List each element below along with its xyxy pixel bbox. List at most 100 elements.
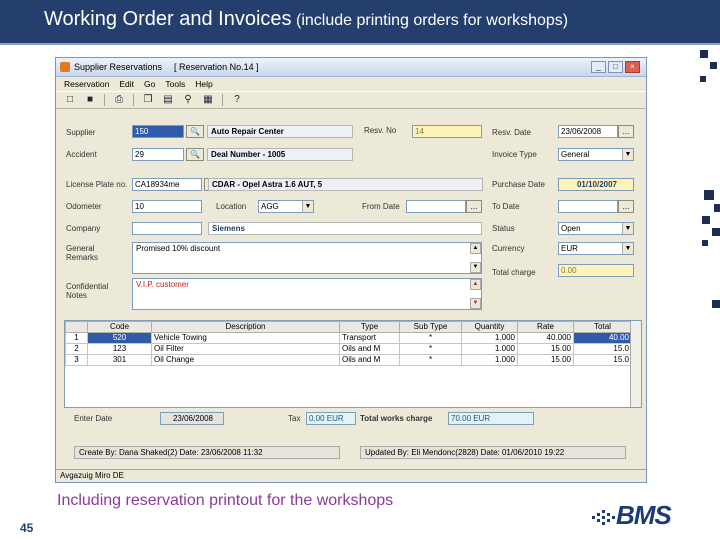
window-titlebar[interactable]: Supplier Reservations [ Reservation No.1… <box>56 58 646 77</box>
to-date-input[interactable] <box>558 200 618 213</box>
scroll-down-icon[interactable]: ▼ <box>470 262 481 273</box>
open-icon[interactable]: ▤ <box>160 93 176 107</box>
row-total: 40.00 <box>573 332 632 344</box>
scroll-up-icon[interactable]: ▲ <box>470 243 481 254</box>
status-value: Open <box>561 224 581 233</box>
row-type[interactable]: Transport <box>339 332 400 344</box>
chevron-down-icon: ▼ <box>622 243 633 254</box>
total-charge-label: Total charge <box>492 268 536 277</box>
currency-value: EUR <box>561 244 578 253</box>
grid-col-index[interactable] <box>65 321 88 333</box>
minimize-button[interactable]: _ <box>591 61 606 73</box>
copy-icon[interactable]: ❐ <box>140 93 156 107</box>
close-button[interactable]: × <box>625 61 640 73</box>
accident-search-icon[interactable]: 🔍 <box>186 148 204 161</box>
row-quantity[interactable]: 1.000 <box>461 354 518 366</box>
row-quantity[interactable]: 1.000 <box>461 332 518 344</box>
work-items-grid: Code Description Type Sub Type Quantity … <box>64 320 642 408</box>
from-date-label: From Date <box>362 202 400 211</box>
from-date-picker-button[interactable]: ... <box>466 200 482 213</box>
supplier-search-icon[interactable]: 🔍 <box>186 125 204 138</box>
row-subtype[interactable]: * <box>399 343 462 355</box>
company-code-input[interactable] <box>132 222 202 235</box>
grid-col-description[interactable]: Description <box>151 321 340 333</box>
currency-label: Currency <box>492 244 525 253</box>
location-select[interactable]: AGG ▼ <box>258 200 314 213</box>
row-description[interactable]: Oil Filter <box>151 343 340 355</box>
table-row[interactable]: 1 520 Vehicle Towing Transport * 1.000 4… <box>65 332 632 344</box>
accident-code-input[interactable]: 29 <box>132 148 184 161</box>
help-icon[interactable]: ? <box>229 93 245 107</box>
row-type[interactable]: Oils and M <box>339 343 400 355</box>
menu-help[interactable]: Help <box>195 79 212 89</box>
menu-reservation[interactable]: Reservation <box>64 79 109 89</box>
supplier-code-input[interactable]: 150 <box>132 125 184 138</box>
save-icon[interactable]: ■ <box>82 93 98 107</box>
grid-col-code[interactable]: Code <box>87 321 152 333</box>
invoice-type-select[interactable]: General ▼ <box>558 148 634 161</box>
table-row[interactable]: 2 123 Oil Filter Oils and M * 1.000 15.0… <box>65 343 632 355</box>
row-total: 15.0 <box>573 343 632 355</box>
maximize-button[interactable]: □ <box>608 61 623 73</box>
row-index: 2 <box>65 343 88 355</box>
to-date-picker-button[interactable]: ... <box>618 200 634 213</box>
row-rate[interactable]: 40.000 <box>517 332 574 344</box>
row-subtype[interactable]: * <box>399 332 462 344</box>
find-icon[interactable]: ⚲ <box>180 93 196 107</box>
total-works-field: 70.00 EUR <box>448 412 534 425</box>
row-code[interactable]: 301 <box>87 354 152 366</box>
slide-title-sub: (include printing orders for workshops) <box>295 12 569 29</box>
odometer-label: Odometer <box>66 202 102 211</box>
confidential-notes-label-1: Confidential <box>66 282 109 291</box>
grid-col-quantity[interactable]: Quantity <box>461 321 518 333</box>
row-code[interactable]: 123 <box>87 343 152 355</box>
app-window: Supplier Reservations [ Reservation No.1… <box>55 57 647 483</box>
confidential-notes-textarea[interactable]: V.I.P. customer ▲ ▼ <box>132 278 482 310</box>
scroll-up-icon[interactable]: ▲ <box>470 279 481 290</box>
general-remarks-textarea[interactable]: Promised 10% discount ▲ ▼ <box>132 242 482 274</box>
status-select[interactable]: Open ▼ <box>558 222 634 235</box>
resv-date-picker-button[interactable]: ... <box>618 125 634 138</box>
enter-date-label: Enter Date <box>74 414 113 423</box>
currency-select[interactable]: EUR ▼ <box>558 242 634 255</box>
grid-scrollbar[interactable] <box>630 321 641 407</box>
row-rate[interactable]: 15.00 <box>517 354 574 366</box>
slide-title-main: Working Order and Invoices <box>44 8 292 30</box>
calculator-icon[interactable]: ▦ <box>200 93 216 107</box>
menu-tools[interactable]: Tools <box>165 79 185 89</box>
scroll-down-icon[interactable]: ▼ <box>470 298 481 309</box>
company-name: Siemens <box>208 222 482 235</box>
from-date-input[interactable] <box>406 200 466 213</box>
menu-bar: Reservation Edit Go Tools Help <box>56 77 646 91</box>
menu-go[interactable]: Go <box>144 79 155 89</box>
chevron-down-icon: ▼ <box>302 201 313 212</box>
row-description[interactable]: Vehicle Towing <box>151 332 340 344</box>
row-rate[interactable]: 15.00 <box>517 343 574 355</box>
supplier-name: Auto Repair Center <box>207 125 353 138</box>
row-quantity[interactable]: 1.000 <box>461 343 518 355</box>
row-code[interactable]: 520 <box>87 332 152 344</box>
confidential-notes-label-2: Notes <box>66 291 87 300</box>
license-plate-label: License Plate no. <box>66 180 128 189</box>
grid-col-subtype[interactable]: Sub Type <box>399 321 462 333</box>
resv-no-label: Resv. No <box>364 126 397 135</box>
menu-edit[interactable]: Edit <box>119 79 134 89</box>
vehicle-description: CDAR - Opel Astra 1.6 AUT, 5 <box>208 178 483 191</box>
print-icon[interactable]: ⎙ <box>111 93 127 107</box>
grid-col-type[interactable]: Type <box>339 321 400 333</box>
bms-logo: BMS <box>592 500 682 534</box>
grid-col-rate[interactable]: Rate <box>517 321 574 333</box>
grid-col-total[interactable]: Total <box>573 321 632 333</box>
resv-date-input[interactable]: 23/06/2008 <box>558 125 618 138</box>
license-plate-input[interactable]: CA18934me <box>132 178 202 191</box>
odometer-input[interactable]: 10 <box>132 200 202 213</box>
row-subtype[interactable]: * <box>399 354 462 366</box>
row-type[interactable]: Oils and M <box>339 354 400 366</box>
slide-header: Working Order and Invoices (include prin… <box>0 0 720 45</box>
row-index: 1 <box>65 332 88 344</box>
new-icon[interactable]: □ <box>62 93 78 107</box>
purchase-date-label: Purchase Date <box>492 180 545 189</box>
row-description[interactable]: Oil Change <box>151 354 340 366</box>
accident-name: Deal Number - 1005 <box>207 148 353 161</box>
table-row[interactable]: 3 301 Oil Change Oils and M * 1.000 15.0… <box>65 354 632 366</box>
